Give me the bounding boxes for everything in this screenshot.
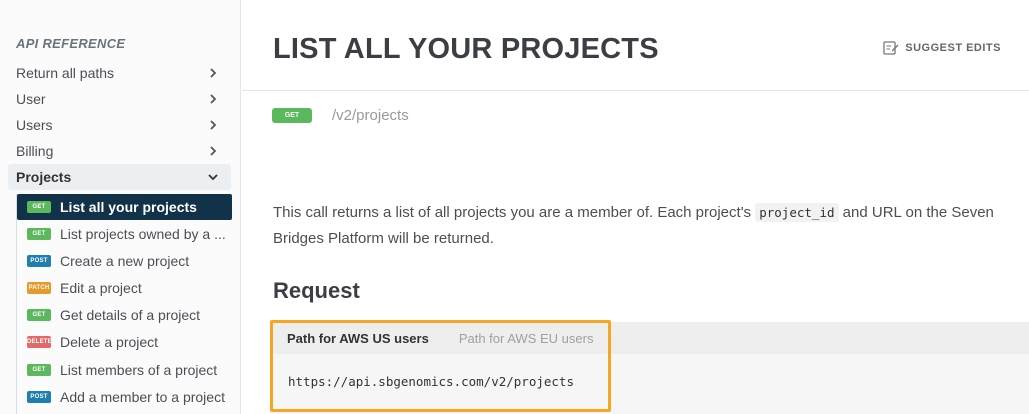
endpoint-label: List all your projects <box>60 199 197 215</box>
chevron-right-icon <box>210 146 217 156</box>
description-text: This call returns a list of all projects… <box>273 204 756 221</box>
sidebar-item-users[interactable]: Users <box>8 112 231 138</box>
endpoint-description: This call returns a list of all projects… <box>273 200 1013 252</box>
sidebar-item-label: Billing <box>16 143 54 159</box>
header-divider <box>242 90 1029 91</box>
chevron-right-icon <box>210 94 217 104</box>
code-sample: Path for AWS US users Path for AWS EU us… <box>272 322 1029 414</box>
edit-icon <box>883 41 899 55</box>
get-method-badge: GET <box>27 201 51 213</box>
post-method-badge: POST <box>27 391 51 403</box>
sidebar-heading: API REFERENCE <box>16 36 126 51</box>
chevron-down-icon <box>208 174 218 181</box>
code-url: https://api.sbgenomics.com/v2/projects <box>288 374 574 389</box>
sidebar-item-return-all-paths[interactable]: Return all paths <box>8 60 231 86</box>
endpoint-get-project-details[interactable]: GET Get details of a project <box>17 302 232 328</box>
chevron-right-icon <box>210 68 217 78</box>
sidebar-item-label: Projects <box>16 169 72 185</box>
endpoint-edit-project[interactable]: PATCH Edit a project <box>17 275 232 301</box>
endpoint-path: /v2/projects <box>332 107 409 124</box>
inline-code: project_id <box>755 203 839 222</box>
code-tab-bar: Path for AWS US users Path for AWS EU us… <box>272 322 1029 354</box>
endpoint-label: Add a member to a project <box>60 389 225 405</box>
chevron-right-icon <box>210 120 217 130</box>
endpoint-label: Edit a project <box>60 280 142 296</box>
sidebar: API REFERENCE Return all paths User User… <box>0 0 241 414</box>
endpoint-label: Create a new project <box>60 253 190 269</box>
suggest-edits-label: SUGGEST EDITS <box>905 41 1001 54</box>
patch-method-badge: PATCH <box>27 282 51 294</box>
endpoint-label: Get details of a project <box>60 307 201 323</box>
sidebar-item-billing[interactable]: Billing <box>8 138 231 164</box>
sidebar-item-user[interactable]: User <box>8 86 231 112</box>
endpoint-delete-project[interactable]: DELETE Delete a project <box>17 329 232 355</box>
endpoint-list-members[interactable]: GET List members of a project <box>17 357 232 383</box>
tab-aws-eu[interactable]: Path for AWS EU users <box>444 331 609 346</box>
endpoint-label: List projects owned by a ... <box>60 226 226 242</box>
projects-endpoint-list: GET List all your projects GET List proj… <box>16 194 232 414</box>
request-heading: Request <box>273 278 360 303</box>
sidebar-item-label: User <box>16 91 46 107</box>
get-method-badge: GET <box>27 228 51 240</box>
post-method-badge: POST <box>27 255 51 267</box>
endpoint-list-projects-owned[interactable]: GET List projects owned by a ... <box>17 221 232 247</box>
endpoint-label: Delete a project <box>60 334 159 350</box>
get-method-badge: GET <box>272 108 312 123</box>
sidebar-item-label: Return all paths <box>16 65 115 81</box>
delete-method-badge: DELETE <box>27 336 52 348</box>
tab-aws-us[interactable]: Path for AWS US users <box>272 331 444 346</box>
suggest-edits-button[interactable]: SUGGEST EDITS <box>883 40 1001 55</box>
endpoint-list-all-projects[interactable]: GET List all your projects <box>17 194 232 220</box>
main-content: LIST ALL YOUR PROJECTS SUGGEST EDITS GET… <box>242 0 1029 414</box>
get-method-badge: GET <box>27 364 51 376</box>
sidebar-item-projects[interactable]: Projects <box>8 164 231 190</box>
endpoint-add-member[interactable]: POST Add a member to a project <box>17 384 232 410</box>
endpoint-label: List members of a project <box>60 362 218 378</box>
get-method-badge: GET <box>27 309 51 321</box>
page-title: LIST ALL YOUR PROJECTS <box>273 33 659 65</box>
endpoint-create-project[interactable]: POST Create a new project <box>17 248 232 274</box>
sidebar-item-label: Users <box>16 117 53 133</box>
